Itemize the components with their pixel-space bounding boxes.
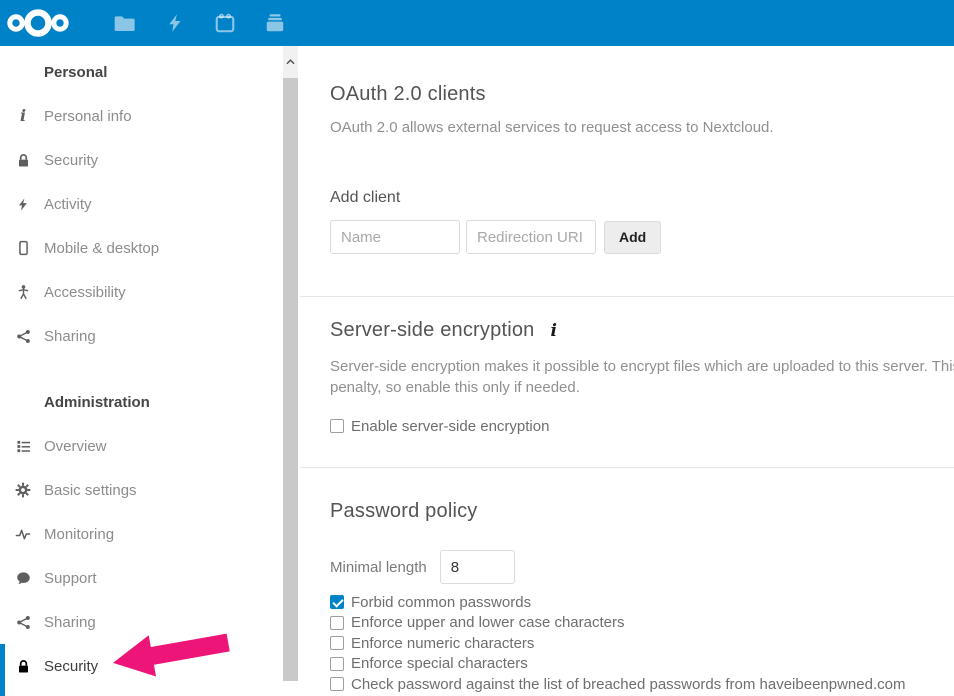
activity-lightning-icon: [165, 12, 185, 34]
sidebar-item-accessibility[interactable]: Accessibility: [0, 270, 300, 314]
forbid-common-passwords-checkbox[interactable]: [330, 595, 344, 609]
add-client-button[interactable]: Add: [604, 221, 661, 254]
sidebar-scrollbar[interactable]: [283, 46, 298, 681]
oauth-description: OAuth 2.0 allows external services to re…: [330, 117, 954, 138]
encryption-section: Server-side encryption i Server-side enc…: [330, 297, 954, 467]
deck-app-button[interactable]: [250, 0, 300, 46]
gear-icon: [15, 482, 31, 498]
redirection-uri-input[interactable]: [466, 220, 596, 254]
accessibility-person-icon: [15, 284, 31, 300]
calendar-app-button[interactable]: [200, 0, 250, 46]
activity-app-button[interactable]: [150, 0, 200, 46]
sidebar-item-support[interactable]: Support: [0, 556, 300, 600]
share-icon: [15, 614, 31, 630]
sidebar-item-personal-info[interactable]: i Personal info: [0, 94, 300, 138]
files-app-button[interactable]: [100, 0, 150, 46]
minimal-length-label: Minimal length: [330, 559, 427, 576]
sidebar-item-overview[interactable]: Overview: [0, 424, 300, 468]
info-icon[interactable]: i: [551, 321, 557, 341]
encryption-description: Server-side encryption makes it possible…: [330, 356, 954, 398]
app-navigation: [76, 0, 300, 46]
scrollbar-up-button[interactable]: [283, 46, 298, 77]
sidebar-item-admin-security[interactable]: Security: [0, 644, 300, 688]
enforce-special-checkbox[interactable]: [330, 657, 344, 671]
haveibeenpwned-row[interactable]: Check password against the list of breac…: [330, 674, 954, 694]
enable-encryption-checkbox[interactable]: [330, 419, 344, 433]
settings-sidebar: Personal i Personal info Security Activi…: [0, 46, 300, 681]
minimal-length-input[interactable]: [440, 550, 515, 584]
sidebar-heading-personal: Personal: [0, 50, 300, 94]
share-icon: [15, 328, 31, 344]
add-client-label: Add client: [330, 189, 954, 207]
sidebar-item-mobile-desktop[interactable]: Mobile & desktop: [0, 226, 300, 270]
nextcloud-logo[interactable]: [0, 0, 76, 46]
list-overview-icon: [15, 438, 31, 454]
info-icon: i: [15, 108, 31, 124]
oauth-section: OAuth 2.0 clients OAuth 2.0 allows exter…: [330, 46, 954, 296]
nextcloud-logo-icon: [7, 7, 69, 39]
files-folder-icon: [114, 12, 136, 34]
speech-bubble-icon: [15, 570, 31, 586]
password-policy-section: Password policy Minimal length Forbid co…: [330, 468, 954, 694]
encryption-title: Server-side encryption: [330, 319, 535, 342]
minimal-length-row: Minimal length: [330, 550, 954, 584]
enable-encryption-label: Enable server-side encryption: [351, 418, 549, 435]
enforce-special-row[interactable]: Enforce special characters: [330, 654, 954, 674]
chevron-up-icon: [286, 59, 295, 65]
lightning-icon: [15, 196, 31, 212]
calendar-icon: [214, 12, 236, 34]
sidebar-item-personal-security[interactable]: Security: [0, 138, 300, 182]
haveibeenpwned-checkbox[interactable]: [330, 677, 344, 691]
sidebar-item-admin-sharing[interactable]: Sharing: [0, 600, 300, 644]
enforce-case-row[interactable]: Enforce upper and lower case characters: [330, 613, 954, 633]
top-header: [0, 0, 954, 46]
add-client-form: Add: [330, 220, 954, 254]
client-name-input[interactable]: [330, 220, 460, 254]
enable-encryption-checkbox-row[interactable]: Enable server-side encryption: [330, 416, 954, 436]
oauth-title: OAuth 2.0 clients: [330, 83, 954, 106]
forbid-common-passwords-row[interactable]: Forbid common passwords: [330, 592, 954, 612]
lock-icon: [15, 152, 31, 168]
phone-icon: [15, 240, 31, 256]
scrollbar-thumb[interactable]: [283, 78, 298, 681]
sidebar-heading-administration: Administration: [0, 380, 300, 424]
enforce-case-checkbox[interactable]: [330, 616, 344, 630]
sidebar-item-monitoring[interactable]: Monitoring: [0, 512, 300, 556]
password-policy-title: Password policy: [330, 500, 954, 523]
settings-content: OAuth 2.0 clients OAuth 2.0 allows exter…: [300, 46, 954, 681]
sidebar-item-activity[interactable]: Activity: [0, 182, 300, 226]
enforce-numeric-checkbox[interactable]: [330, 636, 344, 650]
sidebar-item-personal-sharing[interactable]: Sharing: [0, 314, 300, 358]
pulse-icon: [15, 526, 31, 542]
sidebar-item-basic-settings[interactable]: Basic settings: [0, 468, 300, 512]
password-policy-checkbox-list: Forbid common passwords Enforce upper an…: [330, 592, 954, 694]
lock-icon: [15, 658, 31, 674]
deck-stack-icon: [264, 12, 286, 34]
enforce-numeric-row[interactable]: Enforce numeric characters: [330, 633, 954, 653]
